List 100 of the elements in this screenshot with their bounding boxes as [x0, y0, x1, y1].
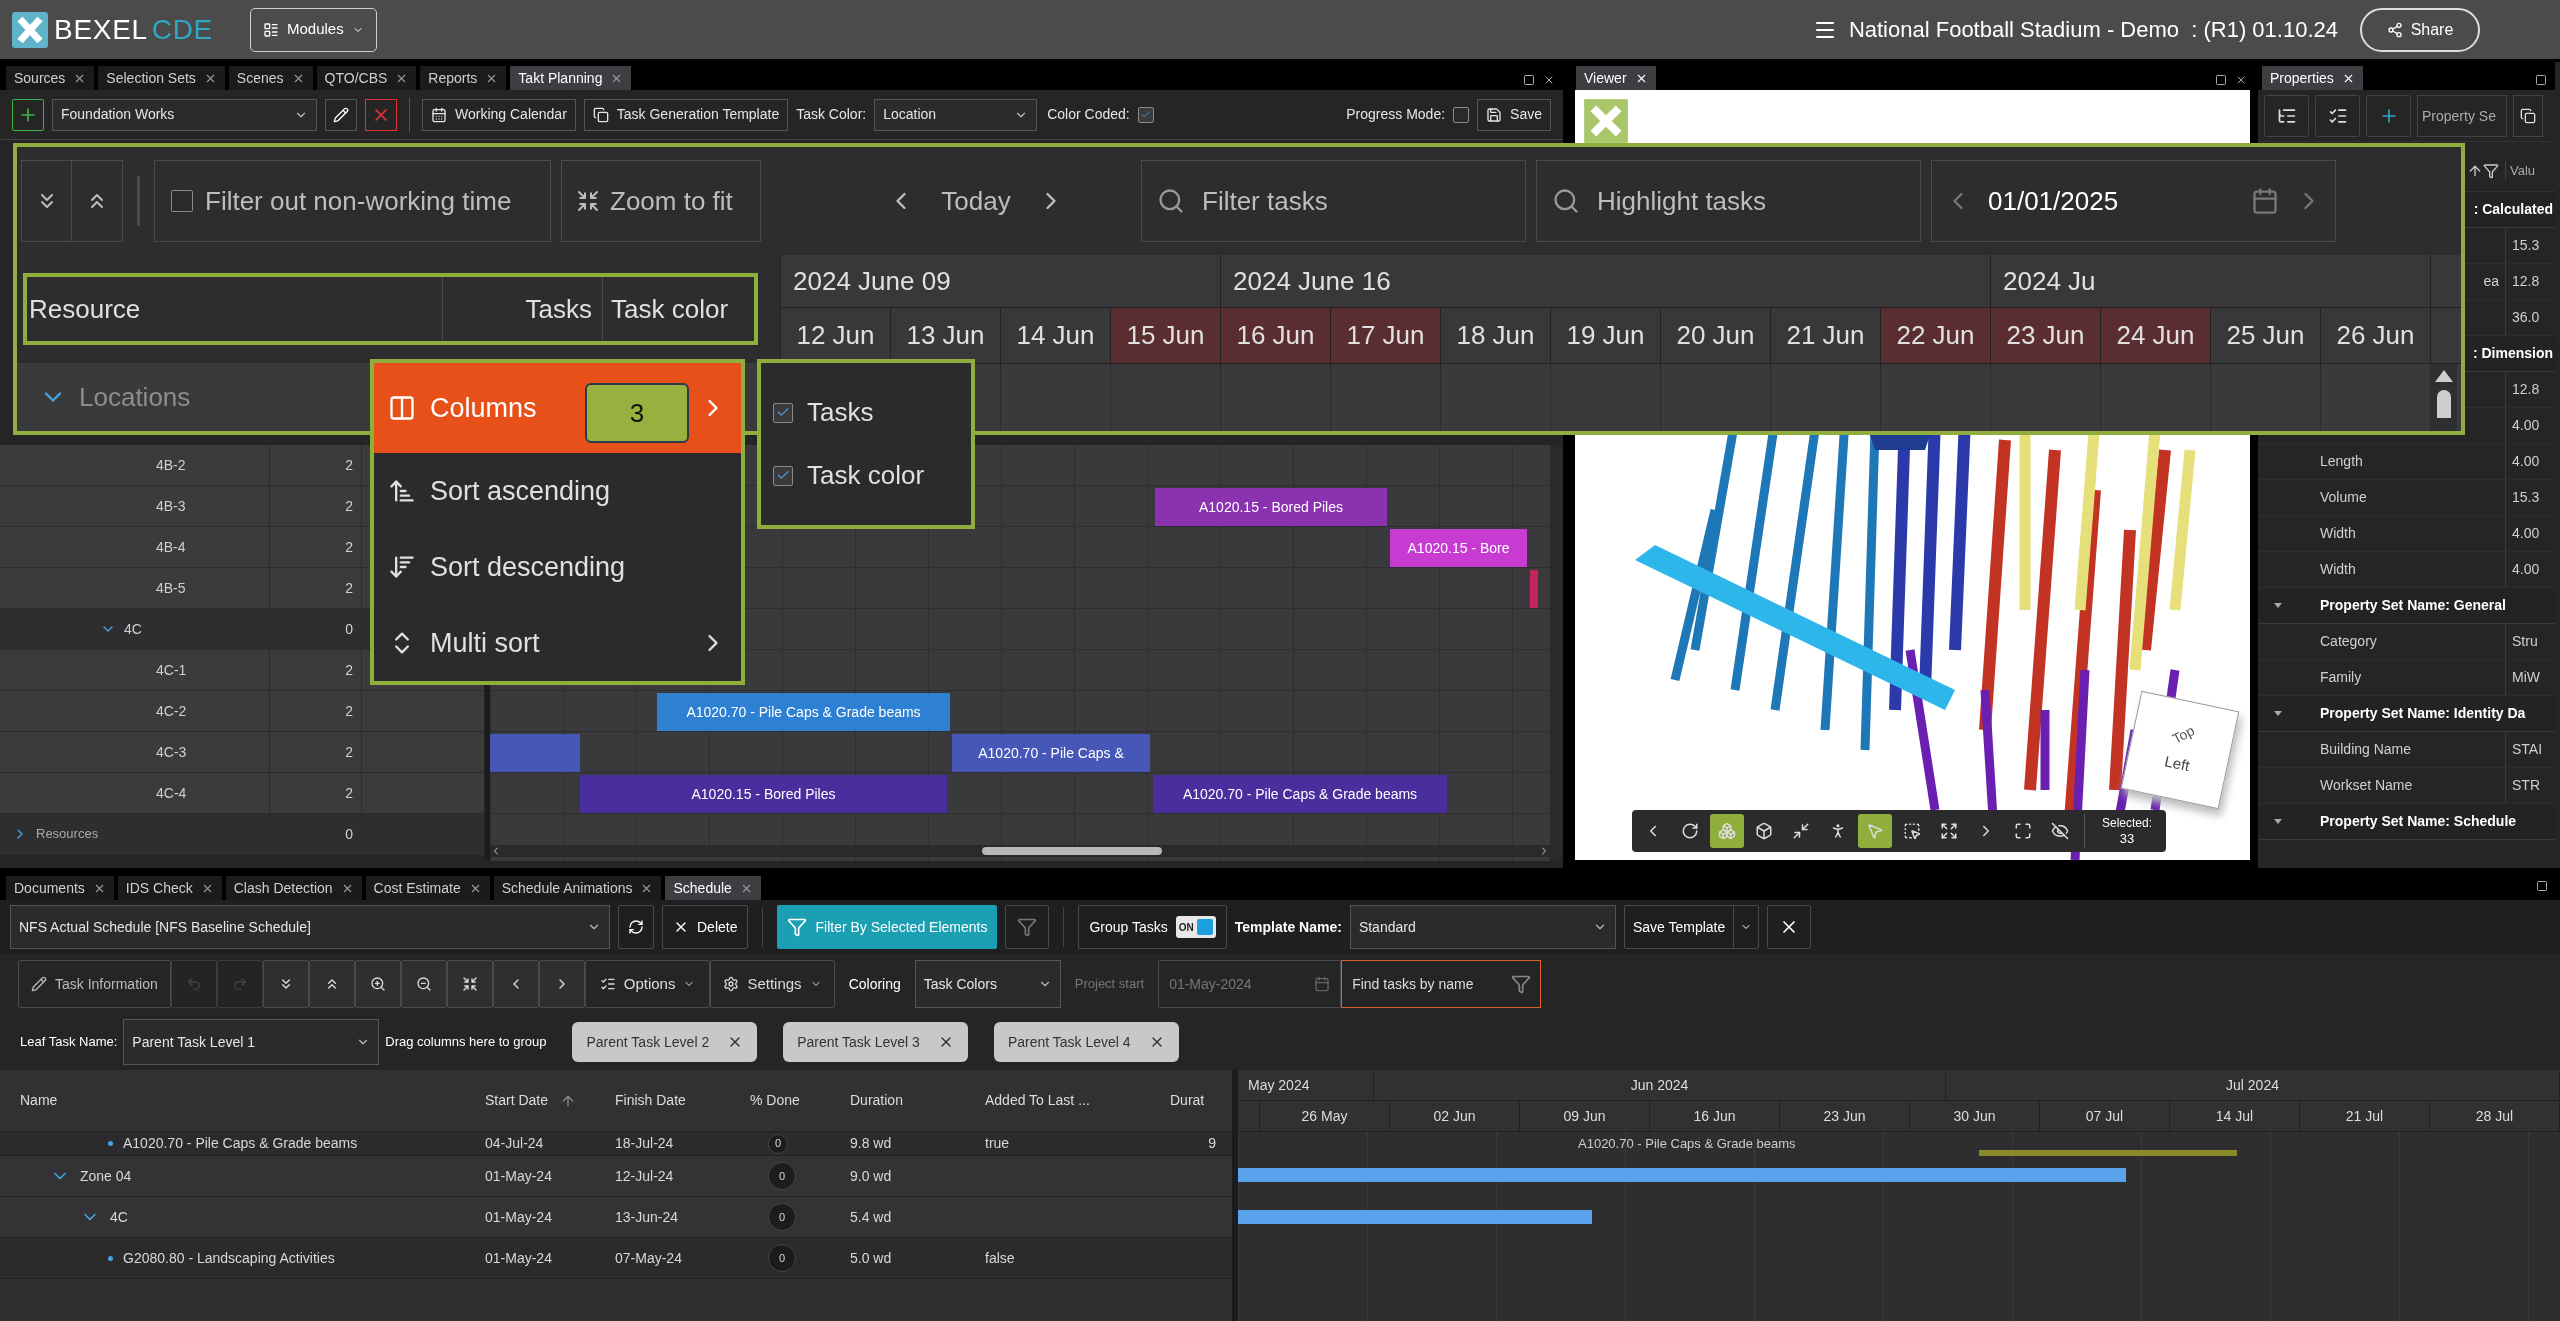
template-dropdown[interactable]: Standard — [1349, 905, 1616, 949]
refresh-button[interactable] — [618, 905, 654, 949]
property-name: Building Name — [2320, 740, 2412, 759]
close-button[interactable] — [1767, 905, 1812, 949]
caret-icon[interactable] — [2274, 711, 2282, 716]
view-cube[interactable]: Top Left — [2120, 690, 2240, 810]
column-header[interactable]: % Done — [750, 1090, 800, 1111]
task-bar[interactable]: A1020.15 - Bored Piles — [580, 775, 947, 813]
panel-tab[interactable]: Reports — [420, 66, 507, 90]
save-template-button[interactable]: Save Template — [1623, 905, 1760, 949]
modules-button[interactable]: Modules — [250, 7, 377, 52]
logo-icon — [1583, 98, 1629, 144]
copy-button[interactable] — [2513, 94, 2543, 137]
delete-button[interactable] — [365, 98, 397, 131]
column-header[interactable]: Name — [20, 1090, 58, 1111]
panel-tab[interactable]: Selection Sets — [98, 66, 225, 90]
task-bar[interactable]: A1020.70 - Pile Caps & Grade beams — [657, 693, 950, 731]
column-header[interactable]: Resource — [27, 277, 443, 341]
tool-button[interactable] — [446, 960, 493, 1008]
panel-tab[interactable]: Sources — [6, 66, 95, 90]
panel-tab[interactable]: QTO/CBS — [316, 66, 417, 90]
coloring-dropdown[interactable]: Task Colors — [914, 960, 1061, 1008]
group-chip[interactable]: Parent Task Level 4 — [993, 1022, 1179, 1062]
tree-button[interactable] — [2315, 94, 2360, 137]
panel-tab[interactable]: Documents — [6, 876, 114, 900]
save-button[interactable]: Save — [1477, 98, 1551, 131]
panel-tab[interactable]: Takt Planning — [510, 66, 632, 90]
task-bar[interactable]: A1020.15 - Bore — [1390, 529, 1527, 567]
task-bar[interactable]: A1020.70 - Pile Caps & Grade beams — [1153, 775, 1447, 813]
delete-button[interactable]: Delete — [662, 905, 749, 949]
panel-tab[interactable]: Scenes — [228, 66, 313, 90]
column-header[interactable]: Added To Last ... — [985, 1090, 1090, 1111]
checkbox[interactable] — [1137, 106, 1154, 123]
caret-icon[interactable] — [2274, 603, 2282, 608]
toggle-switch[interactable]: ON — [1175, 916, 1216, 938]
menu-item[interactable]: Multi sort — [374, 605, 741, 681]
panel-tab[interactable]: Viewer — [1576, 66, 1656, 90]
menu-item[interactable]: Sort descending — [374, 529, 741, 605]
options-button[interactable]: Options — [584, 960, 711, 1008]
edit-button[interactable] — [325, 98, 357, 131]
resource-name: 4C-3 — [156, 742, 187, 762]
highlight-tasks-field[interactable]: Highlight tasks — [1536, 160, 1921, 242]
column-header[interactable]: Durat — [1170, 1090, 1205, 1111]
task-template-button[interactable]: Task Generation Template — [583, 98, 789, 131]
add-button[interactable] — [2366, 94, 2411, 137]
date-picker[interactable]: 01/01/2025 — [1931, 160, 2336, 242]
task-bar[interactable]: A1020.70 - Pile Caps & — [952, 734, 1150, 772]
save-icon — [1486, 106, 1503, 123]
plan-dropdown[interactable]: Foundation Works — [52, 98, 317, 131]
checkbox[interactable] — [773, 402, 793, 423]
panel-tab[interactable]: IDS Check — [117, 876, 222, 900]
tool-button[interactable] — [354, 960, 401, 1008]
duration-cell-text: 9 — [1208, 1134, 1216, 1153]
column-header[interactable]: Finish Date — [615, 1090, 686, 1111]
column-header[interactable]: Task color — [603, 277, 754, 341]
task-information-button[interactable]: Task Information — [18, 960, 171, 1008]
checkbox[interactable] — [1453, 106, 1470, 123]
vertical-scrollbar[interactable] — [2431, 364, 2457, 431]
tool-button[interactable] — [400, 960, 447, 1008]
checkbox[interactable] — [171, 190, 193, 212]
menu-item[interactable]: Columns 3 — [374, 363, 741, 453]
tree-button[interactable] — [2264, 94, 2309, 137]
working-calendar-button[interactable]: Working Calendar — [422, 98, 576, 131]
column-header[interactable]: Duration — [850, 1090, 903, 1111]
filter-non-working-button[interactable]: Filter out non-working time — [154, 160, 551, 242]
property-value: 4.00 — [2512, 416, 2540, 435]
maximize-icon — [2215, 74, 2227, 86]
menu-item[interactable]: Sort ascending — [374, 453, 741, 529]
task-color-dropdown[interactable]: Location — [874, 98, 1038, 131]
column-header[interactable]: Valu — [2505, 160, 2555, 181]
project-start-label: Project start — [1074, 975, 1145, 994]
zoom-to-fit-button[interactable]: Zoom to fit — [561, 160, 761, 242]
panel-tab[interactable]: Schedule — [665, 876, 761, 900]
property-search-field[interactable]: Property Se — [2417, 94, 2507, 137]
column-toggle[interactable]: Tasks — [773, 393, 959, 432]
group-chip[interactable]: Parent Task Level 2 — [572, 1022, 758, 1062]
add-button[interactable] — [12, 98, 44, 131]
caret-icon[interactable] — [2274, 819, 2282, 824]
today-button[interactable]: Today — [931, 171, 1021, 231]
column-header[interactable]: Tasks — [443, 277, 603, 341]
settings-button[interactable]: Settings — [710, 960, 835, 1008]
group-chip[interactable]: Parent Task Level 3 — [783, 1022, 968, 1062]
pointer-icon — [1866, 822, 1884, 840]
schedule-dropdown[interactable]: NFS Actual Schedule [NFS Baseline Schedule] — [10, 905, 610, 949]
clear-filter-button[interactable] — [1005, 905, 1050, 949]
panel-tab[interactable]: Cost Estimate — [365, 876, 490, 900]
find-tasks-field[interactable]: Find tasks by name — [1341, 960, 1542, 1008]
percent-done: 0 — [768, 1133, 788, 1154]
checkbox[interactable] — [773, 465, 793, 486]
task-bar[interactable]: A1020.15 - Bored Piles — [1155, 488, 1387, 526]
column-toggle[interactable]: Task color — [773, 456, 959, 495]
panel-tab[interactable]: Clash Detection — [225, 876, 362, 900]
filter-tasks-field[interactable]: Filter tasks — [1141, 160, 1526, 242]
panel-tab[interactable]: Schedule Animations — [493, 876, 662, 900]
panel-tab[interactable]: Properties — [2262, 66, 2363, 90]
coloring-label: Coloring — [848, 974, 901, 994]
column-header[interactable]: Start Date — [485, 1090, 549, 1111]
leaf-task-dropdown[interactable]: Parent Task Level 1 — [123, 1019, 380, 1065]
share-button[interactable]: Share — [2360, 7, 2480, 52]
horizontal-scrollbar[interactable] — [490, 845, 1550, 857]
